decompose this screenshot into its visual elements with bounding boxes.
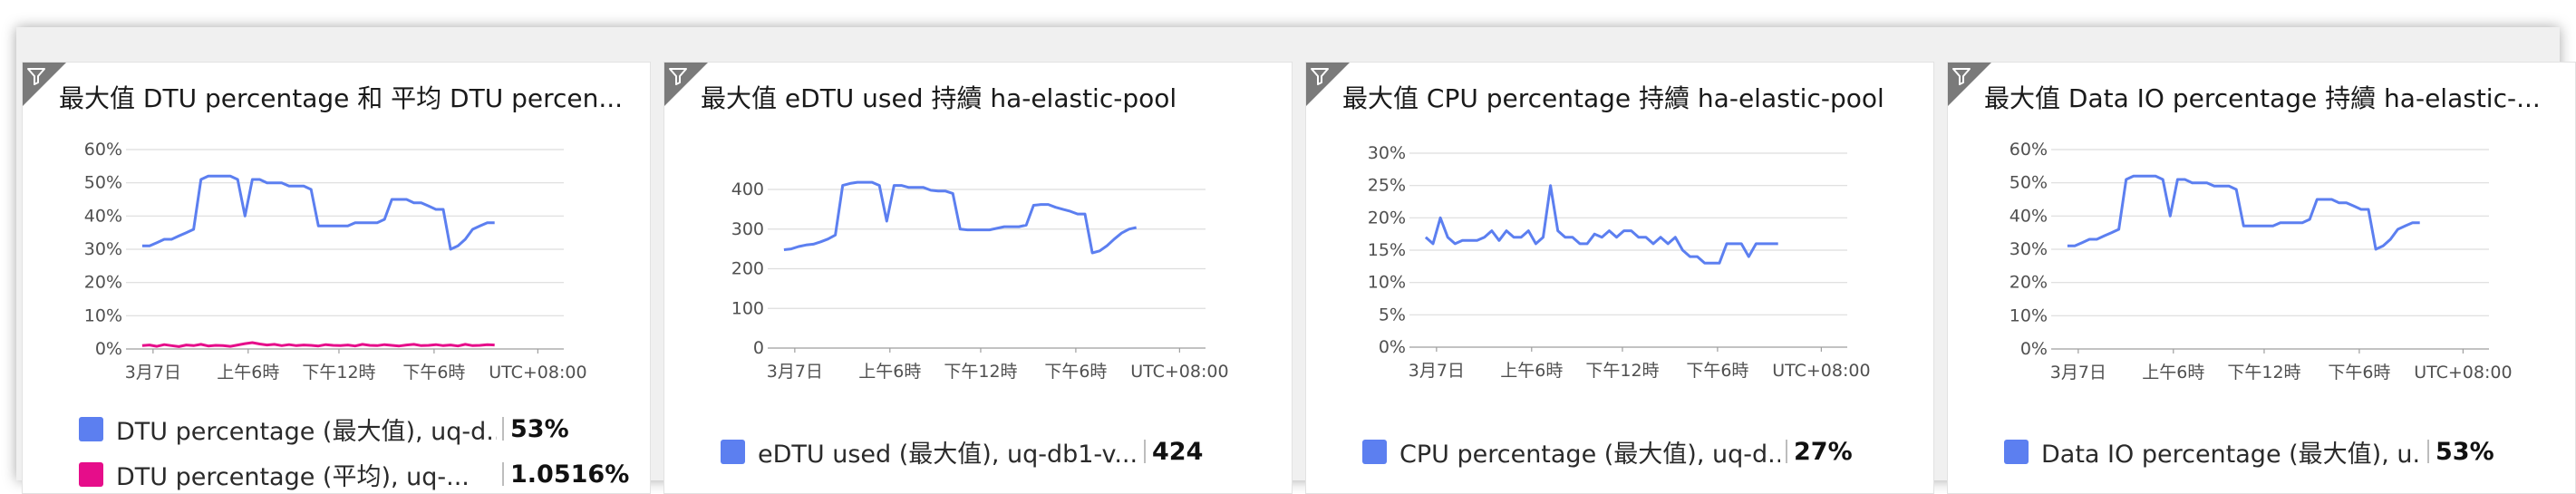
x-tick-label: 下午6時 — [1044, 362, 1107, 382]
x-tick-label: 3月7日 — [2050, 363, 2106, 383]
legend-value: 424 — [1152, 437, 1204, 466]
series-line[interactable] — [1424, 184, 1778, 265]
legend-divider — [1144, 440, 1146, 463]
legend-item[interactable]: eDTU used (最大值), uq-db1-v... 424 — [721, 435, 1204, 469]
x-tick-label: 下午12時 — [2227, 363, 2300, 383]
x-tick-label: UTC+08:00 — [2414, 363, 2512, 383]
y-tick-label: 30% — [84, 239, 122, 259]
y-tick-label: 5% — [1379, 305, 1406, 324]
line-chart[interactable]: 0% 5% 10% 15% 20% 25% 30% 3月7日 上午6時 下午12時 下午6時 UTC+… — [1306, 63, 1934, 425]
x-tick-label: 下午12時 — [944, 362, 1017, 382]
legend-label: CPU percentage (最大值), uq-d... — [1399, 440, 1780, 469]
x-tick-label: 下午6時 — [2328, 363, 2390, 383]
y-tick-label: 60% — [2009, 140, 2048, 160]
legend-value: 27% — [1794, 437, 1853, 466]
y-tick-label: 30% — [2009, 239, 2048, 259]
series-line[interactable] — [141, 341, 495, 348]
legend-divider — [502, 417, 504, 441]
y-tick-label: 50% — [2009, 173, 2048, 193]
series-line[interactable] — [2067, 174, 2420, 251]
y-tick-label: 0% — [2020, 339, 2048, 359]
legend-label: Data IO percentage (最大值), u... — [2041, 440, 2422, 469]
legend-swatch — [79, 416, 103, 441]
legend-divider — [502, 462, 504, 486]
x-tick-label: 上午6時 — [858, 362, 921, 382]
y-tick-label: 20% — [2009, 273, 2048, 293]
legend-label: DTU percentage (最大值), uq-d... — [116, 417, 497, 446]
x-tick-label: 上午6時 — [2142, 363, 2204, 383]
legend-label: DTU percentage (平均), uq-... — [116, 462, 470, 491]
legend-divider — [1786, 440, 1787, 463]
line-chart[interactable]: 0 100 200 300 400 3月7日 上午6時 下午12時 下午6時 UTC+08:00 — [664, 63, 1293, 425]
y-tick-label: 60% — [84, 140, 122, 160]
y-tick-label: 0 — [753, 338, 764, 358]
metric-tile-cpu[interactable]: 最大值 CPU percentage 持續 ha-elastic-pool 0%… — [1305, 62, 1934, 494]
x-tick-label: 上午6時 — [1500, 361, 1563, 381]
legend-swatch — [1362, 439, 1387, 464]
metric-tile-edtu[interactable]: 最大值 eDTU used 持續 ha-elastic-pool 0 100 200… — [663, 62, 1293, 494]
y-tick-label: 400 — [731, 179, 764, 199]
x-tick-label: 下午6時 — [1686, 361, 1748, 381]
y-tick-label: 20% — [1368, 208, 1406, 228]
series-line[interactable] — [141, 174, 495, 251]
line-chart[interactable]: 0% 10% 20% 30% 40% 50% 60% 3月7日 上午6時 下午12時 下午6時 UTC… — [1948, 63, 2576, 425]
y-tick-label: 200 — [731, 259, 764, 279]
legend-swatch — [79, 461, 103, 487]
legend-item[interactable]: Data IO percentage (最大值), u... 53% — [2004, 435, 2494, 469]
legend-value: 1.0516% — [510, 460, 630, 489]
y-tick-label: 25% — [1368, 176, 1406, 196]
y-tick-label: 50% — [84, 173, 122, 193]
x-tick-label: UTC+08:00 — [1130, 362, 1228, 382]
x-tick-label: 3月7日 — [1409, 361, 1465, 381]
y-tick-label: 300 — [731, 219, 764, 239]
x-tick-label: UTC+08:00 — [489, 363, 586, 383]
x-tick-label: 下午12時 — [1585, 361, 1659, 381]
legend-divider — [2427, 440, 2429, 463]
metric-tile-dtu[interactable]: 最大值 DTU percentage 和 平均 DTU percen... 0%… — [22, 62, 651, 494]
legend-value: 53% — [510, 414, 569, 443]
legend-value: 53% — [2436, 437, 2494, 466]
legend-item[interactable]: DTU percentage (平均), uq-... 1.0516% — [79, 458, 630, 491]
line-chart[interactable]: 0% 10% 20% 30% 40% 50% 60% 3月7日 上午6時 下午12時 下午6時 UTC… — [23, 63, 651, 425]
y-tick-label: 40% — [2009, 206, 2048, 226]
series-line[interactable] — [783, 180, 1138, 255]
y-tick-label: 0% — [1379, 337, 1406, 357]
x-tick-label: 下午12時 — [302, 363, 375, 383]
y-tick-label: 20% — [84, 273, 122, 293]
x-tick-label: UTC+08:00 — [1772, 361, 1870, 381]
y-tick-label: 0% — [95, 339, 122, 359]
legend-item[interactable]: CPU percentage (最大值), uq-d... 27% — [1362, 435, 1853, 469]
y-tick-label: 15% — [1368, 240, 1406, 260]
metric-tile-dataio[interactable]: 最大值 Data IO percentage 持續 ha-elastic-...… — [1947, 62, 2576, 494]
x-tick-label: 上午6時 — [217, 363, 279, 383]
legend-swatch — [721, 439, 745, 464]
x-tick-label: 3月7日 — [125, 363, 181, 383]
y-tick-label: 10% — [2009, 305, 2048, 325]
x-tick-label: 3月7日 — [767, 362, 823, 382]
legend-swatch — [2004, 439, 2029, 464]
y-tick-label: 40% — [84, 206, 122, 226]
y-tick-label: 30% — [1368, 143, 1406, 163]
y-tick-label: 10% — [1368, 273, 1406, 293]
y-tick-label: 100 — [731, 298, 764, 318]
x-tick-label: 下午6時 — [402, 363, 465, 383]
dashboard-frame: 最大值 DTU percentage 和 平均 DTU percen... 0%… — [16, 27, 2576, 494]
y-tick-label: 10% — [84, 305, 122, 325]
legend-item[interactable]: DTU percentage (最大值), uq-d... 53% — [79, 412, 569, 446]
legend-label: eDTU used (最大值), uq-db1-v... — [758, 440, 1138, 469]
